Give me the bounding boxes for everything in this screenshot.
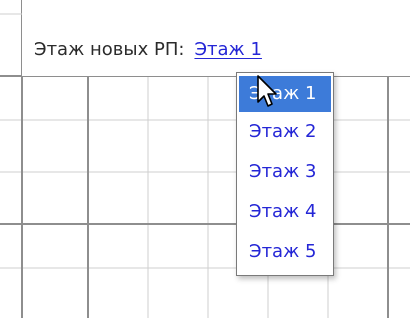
- current-floor-link[interactable]: Этаж 1: [194, 39, 261, 60]
- floor-selector-row: Этаж новых РП: Этаж 1: [34, 34, 262, 64]
- floor-option-3[interactable]: Этаж 3: [237, 152, 333, 192]
- floor-option-1[interactable]: Этаж 1: [239, 76, 331, 112]
- floor-option-4[interactable]: Этаж 4: [237, 192, 333, 232]
- arrow-cursor-icon: [257, 75, 277, 107]
- floor-option-2[interactable]: Этаж 2: [237, 112, 333, 152]
- floor-option-5[interactable]: Этаж 5: [237, 232, 333, 272]
- floor-label: Этаж новых РП:: [34, 38, 185, 60]
- floor-dropdown[interactable]: Этаж 1 Этаж 2 Этаж 3 Этаж 4 Этаж 5: [236, 72, 334, 276]
